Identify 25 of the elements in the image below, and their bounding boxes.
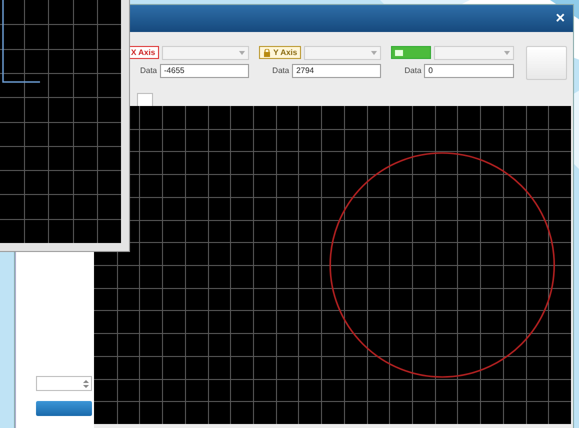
action-button[interactable] <box>36 401 92 416</box>
spin-field[interactable] <box>36 376 92 391</box>
dropdown-arrow-icon <box>239 50 246 54</box>
data-field[interactable]: 2794 <box>292 64 382 78</box>
axis-button[interactable]: X Axis <box>127 46 160 59</box>
axis-dropdown[interactable] <box>304 46 382 60</box>
axis-button[interactable] <box>391 46 432 59</box>
data-field[interactable]: -4655 <box>160 64 250 78</box>
lock-icon <box>263 48 272 56</box>
data-label: Data <box>271 66 290 75</box>
data-label: Data <box>404 66 422 75</box>
data-field[interactable]: 0 <box>424 64 514 78</box>
spin-arrows-icon <box>83 380 89 388</box>
axis-label: Y Axis <box>273 48 298 57</box>
close-button[interactable]: × <box>554 10 567 28</box>
dropdown-arrow-icon <box>504 50 510 54</box>
dropdown-arrow-icon <box>371 50 378 54</box>
axis-label: X Axis <box>131 48 156 57</box>
axis-button[interactable]: Y Axis <box>259 46 302 59</box>
action-button[interactable] <box>526 46 567 80</box>
axis-dropdown[interactable] <box>162 46 250 60</box>
toggle-icon <box>395 48 404 56</box>
axis-dropdown[interactable] <box>434 46 514 60</box>
data-label: Data <box>139 66 157 75</box>
tab[interactable] <box>137 93 153 106</box>
